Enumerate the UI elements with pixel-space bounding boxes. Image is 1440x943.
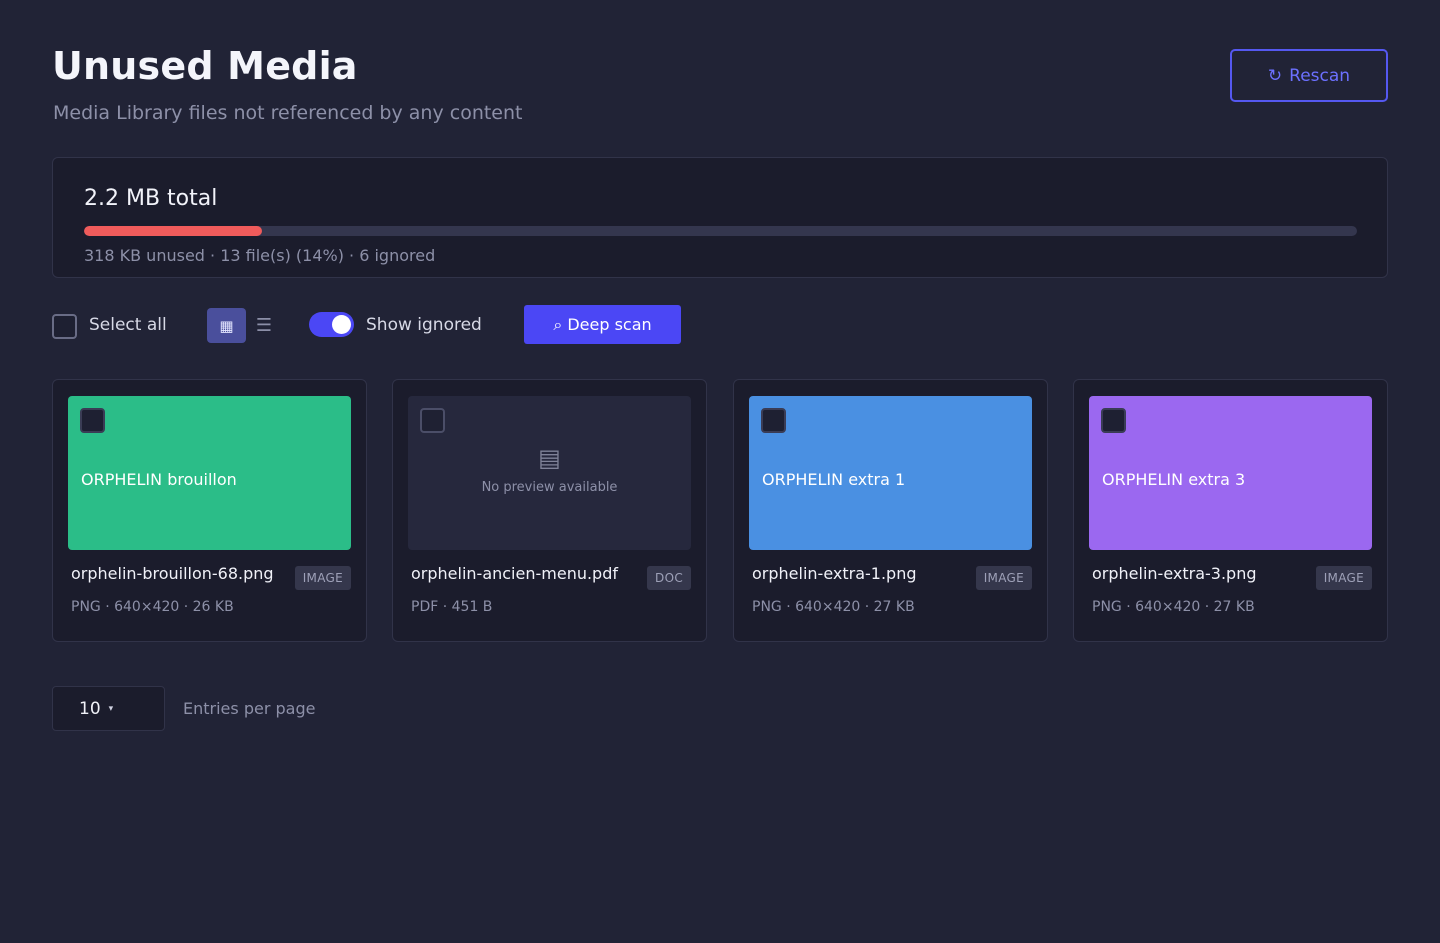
- file-type-badge: IMAGE: [975, 566, 1032, 590]
- media-select-checkbox[interactable]: [1101, 408, 1126, 433]
- list-view-button[interactable]: ☰: [252, 308, 276, 343]
- media-card[interactable]: ORPHELIN extra 3 orphelin-extra-3.png IM…: [1073, 379, 1388, 642]
- media-select-checkbox[interactable]: [80, 408, 105, 433]
- search-icon: ⌕: [553, 314, 563, 334]
- usage-summary-panel: 2.2 MB total 318 KB unused · 13 file(s) …: [52, 157, 1388, 278]
- media-grid: ORPHELIN brouillon orphelin-brouillon-68…: [52, 379, 1388, 642]
- per-page-select[interactable]: 10 ▾: [52, 686, 165, 731]
- refresh-icon: ↻: [1267, 65, 1283, 86]
- grid-view-button[interactable]: ▦: [207, 308, 246, 343]
- media-select-checkbox[interactable]: [420, 408, 445, 433]
- grid-icon: ▦: [219, 316, 234, 335]
- media-card[interactable]: ORPHELIN extra 1 orphelin-extra-1.png IM…: [733, 379, 1048, 642]
- per-page-label: Entries per page: [183, 699, 316, 718]
- per-page-value: 10: [79, 698, 101, 719]
- media-thumbnail[interactable]: ▤ No preview available: [408, 396, 691, 550]
- toolbar: Select all ▦ ☰ Show ignored ⌕ Deep scan: [52, 305, 752, 345]
- file-type-badge: IMAGE: [1315, 566, 1372, 590]
- file-name[interactable]: orphelin-ancien-menu.pdf: [411, 564, 618, 583]
- unused-media-page: Unused Media Media Library files not ref…: [0, 0, 1440, 943]
- deep-scan-button[interactable]: ⌕ Deep scan: [524, 305, 681, 344]
- total-size: 2.2 MB total: [84, 186, 218, 211]
- usage-stats: 318 KB unused · 13 file(s) (14%) · 6 ign…: [84, 246, 436, 265]
- thumbnail-label: ORPHELIN brouillon: [81, 470, 237, 489]
- toggle-knob: [332, 315, 351, 334]
- media-thumbnail[interactable]: ORPHELIN extra 1: [749, 396, 1032, 550]
- usage-progress-fill: [84, 226, 263, 236]
- file-type-badge: DOC: [647, 566, 691, 590]
- no-preview-text: No preview available: [481, 480, 618, 495]
- file-meta: PNG · 640×420 · 27 KB: [1092, 599, 1255, 615]
- media-thumbnail[interactable]: ORPHELIN extra 3: [1089, 396, 1372, 550]
- media-select-checkbox[interactable]: [761, 408, 786, 433]
- media-card[interactable]: ORPHELIN brouillon orphelin-brouillon-68…: [52, 379, 367, 642]
- file-type-badge: IMAGE: [294, 566, 351, 590]
- deep-scan-label: Deep scan: [567, 315, 652, 334]
- rescan-button[interactable]: ↻ Rescan: [1230, 49, 1388, 102]
- file-meta: PNG · 640×420 · 27 KB: [752, 599, 915, 615]
- show-ignored-label: Show ignored: [366, 315, 482, 335]
- thumbnail-label: ORPHELIN extra 3: [1102, 470, 1246, 489]
- file-name[interactable]: orphelin-extra-1.png: [752, 564, 917, 583]
- file-name[interactable]: orphelin-brouillon-68.png: [71, 564, 274, 583]
- rescan-label: Rescan: [1289, 65, 1351, 86]
- page-title: Unused Media: [52, 44, 358, 88]
- document-icon: ▤: [538, 444, 561, 472]
- list-icon: ☰: [255, 315, 273, 336]
- usage-progress-bar: [84, 226, 1357, 236]
- media-thumbnail[interactable]: ORPHELIN brouillon: [68, 396, 351, 550]
- file-meta: PNG · 640×420 · 26 KB: [71, 599, 234, 615]
- file-name[interactable]: orphelin-extra-3.png: [1092, 564, 1257, 583]
- page-subtitle: Media Library files not referenced by an…: [53, 102, 523, 124]
- select-all-checkbox[interactable]: [52, 314, 77, 339]
- show-ignored-toggle[interactable]: [309, 312, 354, 337]
- media-card[interactable]: ▤ No preview available orphelin-ancien-m…: [392, 379, 707, 642]
- select-all-label[interactable]: Select all: [89, 315, 167, 335]
- chevron-down-icon: ▾: [108, 703, 114, 714]
- thumbnail-label: ORPHELIN extra 1: [762, 470, 906, 489]
- file-meta: PDF · 451 B: [411, 599, 493, 615]
